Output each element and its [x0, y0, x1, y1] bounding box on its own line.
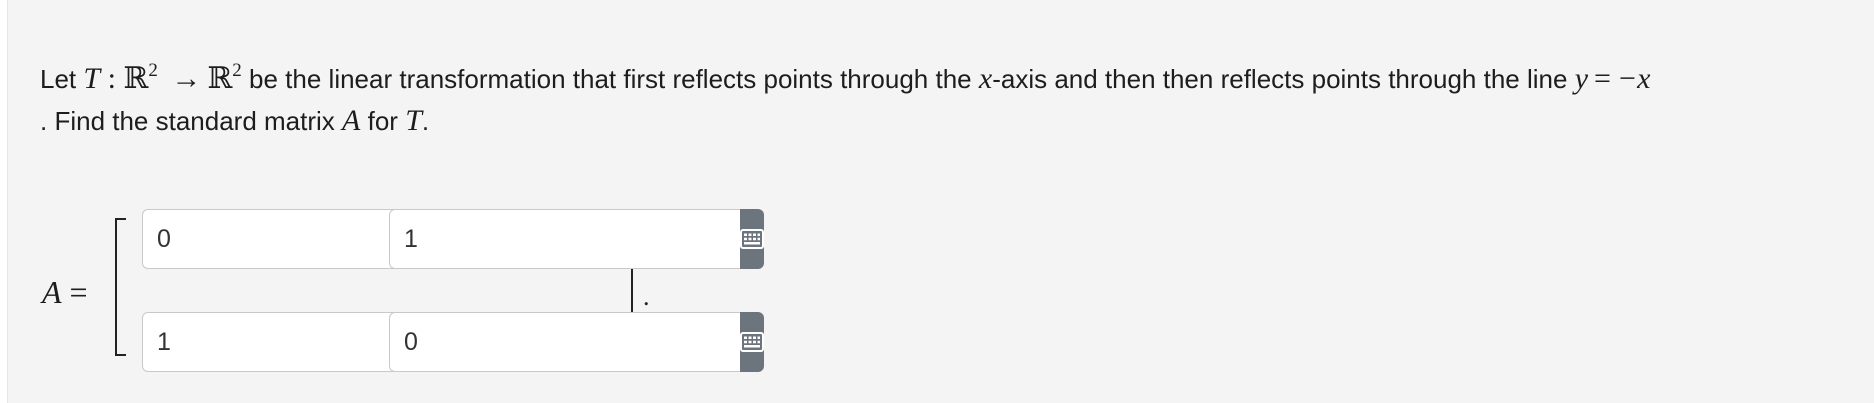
math-keyboard-button-1-2[interactable] [740, 209, 764, 269]
matrix-cell-1-1 [142, 209, 517, 269]
math-A: A [342, 104, 360, 137]
body-text-1: be the linear transformation that first … [249, 64, 972, 94]
matrix-cell-2-1 [142, 312, 517, 372]
matrix-label-eq: = [69, 274, 88, 310]
math-R-domain: ℝ [123, 62, 149, 95]
body-text-2: -axis and then then reflects points thro… [992, 64, 1568, 94]
math-x-var: x [978, 62, 993, 95]
math-R-codomain: ℝ [207, 62, 233, 95]
question-text: Let T : ℝ2 → ℝ2 be the linear transformat… [40, 58, 1860, 142]
math-exp-domain: 2 [148, 60, 158, 81]
matrix-label-var: A [42, 274, 62, 310]
math-neg-x: −x [1616, 62, 1651, 95]
math-x: x [979, 62, 992, 95]
matrix-entry-2-2-input[interactable] [389, 312, 740, 372]
matrix-entry-1-2-input[interactable] [389, 209, 740, 269]
matrix-trailing-period: . [643, 282, 650, 311]
question-panel: Let T : ℝ2 → ℝ2 be the linear transformat… [7, 0, 1874, 403]
math-exp-codomain: 2 [232, 60, 242, 81]
math-colon: : [107, 62, 116, 95]
matrix-cell-2-2 [389, 312, 764, 372]
body-period: . [421, 106, 430, 136]
body-text-3: . Find the standard matrix [40, 106, 335, 136]
math-y: y [1574, 62, 1589, 95]
math-arrow: → [171, 62, 202, 95]
math-line: y = −x [1575, 62, 1651, 95]
body-text-4: for [367, 106, 398, 136]
math-T: T [83, 62, 101, 95]
math-keyboard-button-2-2[interactable] [740, 312, 764, 372]
math-mapping: T : ℝ2 → ℝ2 [83, 60, 242, 95]
matrix-cell-1-2 [389, 209, 764, 269]
left-bracket [115, 218, 126, 356]
keyboard-icon [740, 332, 764, 352]
matrix-label: A = [42, 274, 88, 311]
prefix-text: Let [40, 64, 77, 94]
math-T-end: T [405, 104, 422, 137]
math-A-var: A [342, 104, 361, 137]
keyboard-icon [740, 229, 764, 249]
math-eq: = [1594, 62, 1611, 95]
math-T-end-var: T [405, 104, 422, 137]
